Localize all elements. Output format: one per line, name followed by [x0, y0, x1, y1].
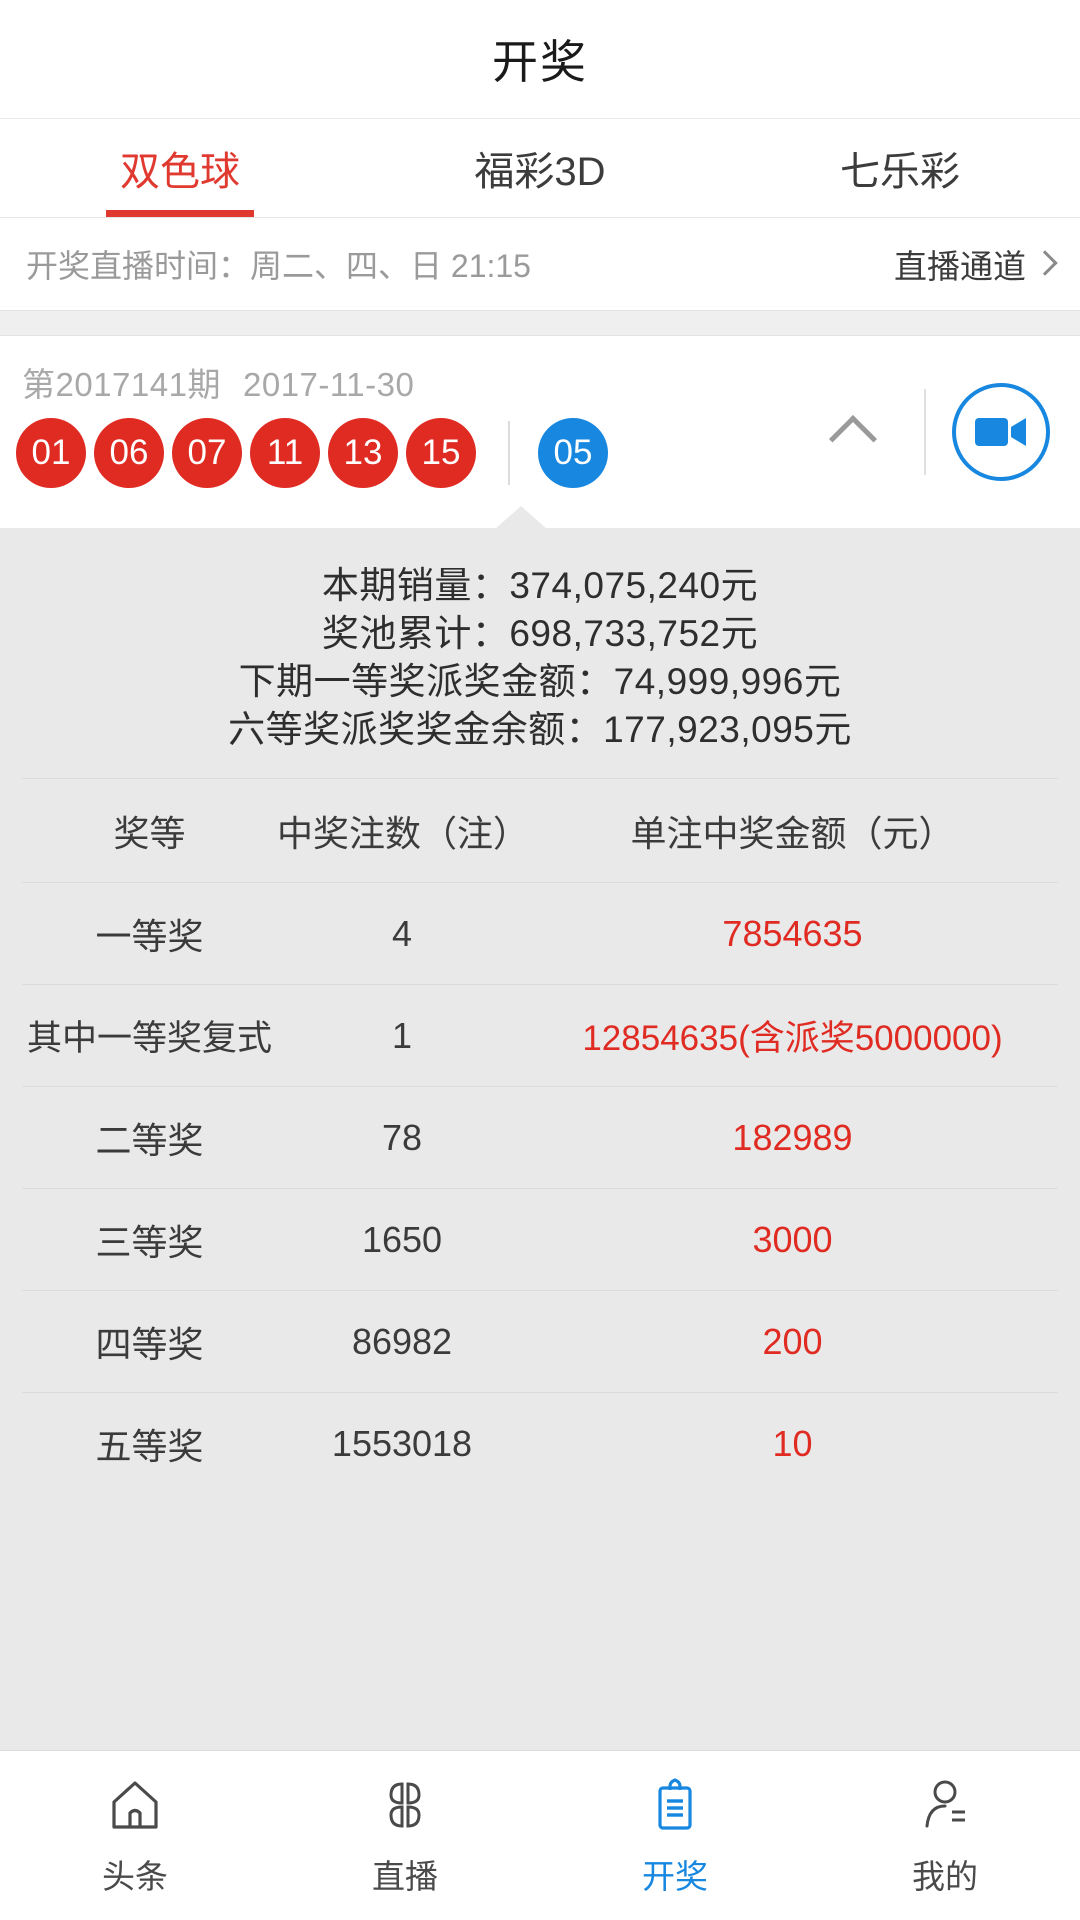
watch-video-button[interactable] — [952, 383, 1050, 481]
prize-level: 二等奖 — [95, 1119, 204, 1161]
chevron-up-icon — [828, 414, 878, 464]
blue-ball: 05 — [538, 418, 608, 488]
tab-label: 福彩3D — [474, 150, 606, 194]
stat-line-next-first-prize: 下期一等奖派奖金额：74,999,996元 — [238, 661, 842, 703]
prize-count: 86982 — [351, 1320, 453, 1362]
prize-count: 1553018 — [331, 1422, 473, 1464]
page-header: 开奖 — [0, 0, 1080, 118]
bottom-navigation-bar: 头条 直播 开奖 我的 — [0, 1750, 1080, 1920]
prize-count: 4 — [391, 912, 413, 954]
prize-level: 一等奖 — [95, 915, 204, 957]
stat-line-sixth-prize-balance: 六等奖派奖奖金余额：177,923,095元 — [228, 709, 852, 751]
draw-result-block: 第2017141期 2017-11-30 01 06 07 11 13 15 05 — [0, 336, 1080, 528]
draw-actions — [808, 336, 1080, 528]
prize-level: 三等奖 — [95, 1221, 204, 1263]
action-divider — [924, 389, 926, 475]
live-channel-link[interactable]: 直播通道 — [894, 240, 1058, 288]
tab-fucai3d[interactable]: 福彩3D — [360, 119, 720, 217]
ball-separator — [508, 421, 510, 485]
prize-count: 78 — [381, 1116, 423, 1158]
prize-breakdown-table: 奖等 中奖注数（注） 单注中奖金额（元） 一等奖 4 7854635 其中一等奖… — [0, 778, 1080, 1750]
live-time-label: 开奖直播时间：周二、四、日 21:15 — [26, 248, 531, 284]
panel-pointer-arrow — [495, 506, 547, 529]
stat-line-sales: 本期销量：374,075,240元 — [321, 565, 759, 606]
nav-label: 直播 — [372, 1857, 438, 1895]
tab-label: 双色球 — [120, 150, 240, 194]
red-ball: 01 — [16, 418, 86, 488]
prize-amount: 7854635 — [722, 912, 863, 954]
section-divider-strip — [0, 310, 1080, 336]
table-row: 三等奖 1650 3000 — [22, 1188, 1058, 1290]
tab-active-underline — [106, 210, 254, 217]
draw-issue: 第2017141期 — [22, 366, 221, 403]
prize-level: 五等奖 — [95, 1425, 204, 1467]
red-ball: 07 — [172, 418, 242, 488]
prize-amount: 200 — [762, 1320, 823, 1362]
table-row: 五等奖 1553018 10 — [22, 1392, 1058, 1494]
nav-label: 开奖 — [642, 1857, 708, 1895]
prize-count: 1650 — [361, 1218, 443, 1260]
table-header-row: 奖等 中奖注数（注） 单注中奖金额（元） — [22, 778, 1058, 882]
table-row: 四等奖 86982 200 — [22, 1290, 1058, 1392]
lottery-results-screen: 开奖 双色球 福彩3D 七乐彩 开奖直播时间：周二、四、日 21:15 直播通道… — [0, 0, 1080, 1920]
live-broadcast-row: 开奖直播时间：周二、四、日 21:15 直播通道 — [0, 218, 1080, 310]
nav-item-wode[interactable]: 我的 — [810, 1774, 1080, 1898]
prize-level: 其中一等奖复式 — [26, 1019, 272, 1059]
collapse-details-button[interactable] — [808, 387, 898, 477]
red-ball: 15 — [406, 418, 476, 488]
table-row: 一等奖 4 7854635 — [22, 882, 1058, 984]
stat-line-prize-pool: 奖池累计：698,733,752元 — [321, 613, 759, 655]
nav-label: 我的 — [912, 1857, 978, 1895]
red-ball: 13 — [328, 418, 398, 488]
tab-shuangseqiu[interactable]: 双色球 — [0, 119, 360, 217]
column-header-level: 奖等 — [113, 812, 186, 854]
nav-label: 头条 — [102, 1857, 168, 1895]
clover-grid-icon — [374, 1774, 436, 1836]
red-ball: 11 — [250, 418, 320, 488]
prize-count: 1 — [391, 1014, 413, 1056]
nav-item-kaijiang[interactable]: 开奖 — [540, 1774, 810, 1898]
prize-level: 四等奖 — [95, 1323, 204, 1365]
live-channel-label: 直播通道 — [894, 248, 1026, 285]
prize-amount: 182989 — [732, 1116, 853, 1158]
tab-label: 七乐彩 — [840, 150, 960, 194]
video-camera-icon — [975, 418, 1026, 446]
nav-item-toutiao[interactable]: 头条 — [0, 1774, 270, 1898]
red-ball: 06 — [94, 418, 164, 488]
draw-date: 2017-11-30 — [242, 366, 415, 403]
user-icon — [914, 1774, 976, 1836]
chevron-right-icon — [1032, 250, 1058, 276]
lottery-type-tabs: 双色球 福彩3D 七乐彩 — [0, 118, 1080, 218]
column-header-count: 中奖注数（注） — [277, 812, 530, 854]
prize-amount: 12854635(含派奖5000000) — [582, 1019, 1003, 1059]
home-icon — [104, 1774, 166, 1836]
table-row: 其中一等奖复式 1 12854635(含派奖5000000) — [22, 984, 1058, 1086]
prize-amount: 10 — [772, 1422, 813, 1464]
nav-item-zhibo[interactable]: 直播 — [270, 1774, 540, 1898]
clipboard-icon — [644, 1774, 706, 1836]
prize-amount: 3000 — [752, 1218, 833, 1260]
table-row: 二等奖 78 182989 — [22, 1086, 1058, 1188]
column-header-amount: 单注中奖金额（元） — [630, 812, 955, 854]
tab-qilecai[interactable]: 七乐彩 — [720, 119, 1080, 217]
draw-statistics-panel: 本期销量：374,075,240元 奖池累计：698,733,752元 下期一等… — [0, 506, 1080, 779]
page-title: 开奖 — [492, 36, 588, 88]
